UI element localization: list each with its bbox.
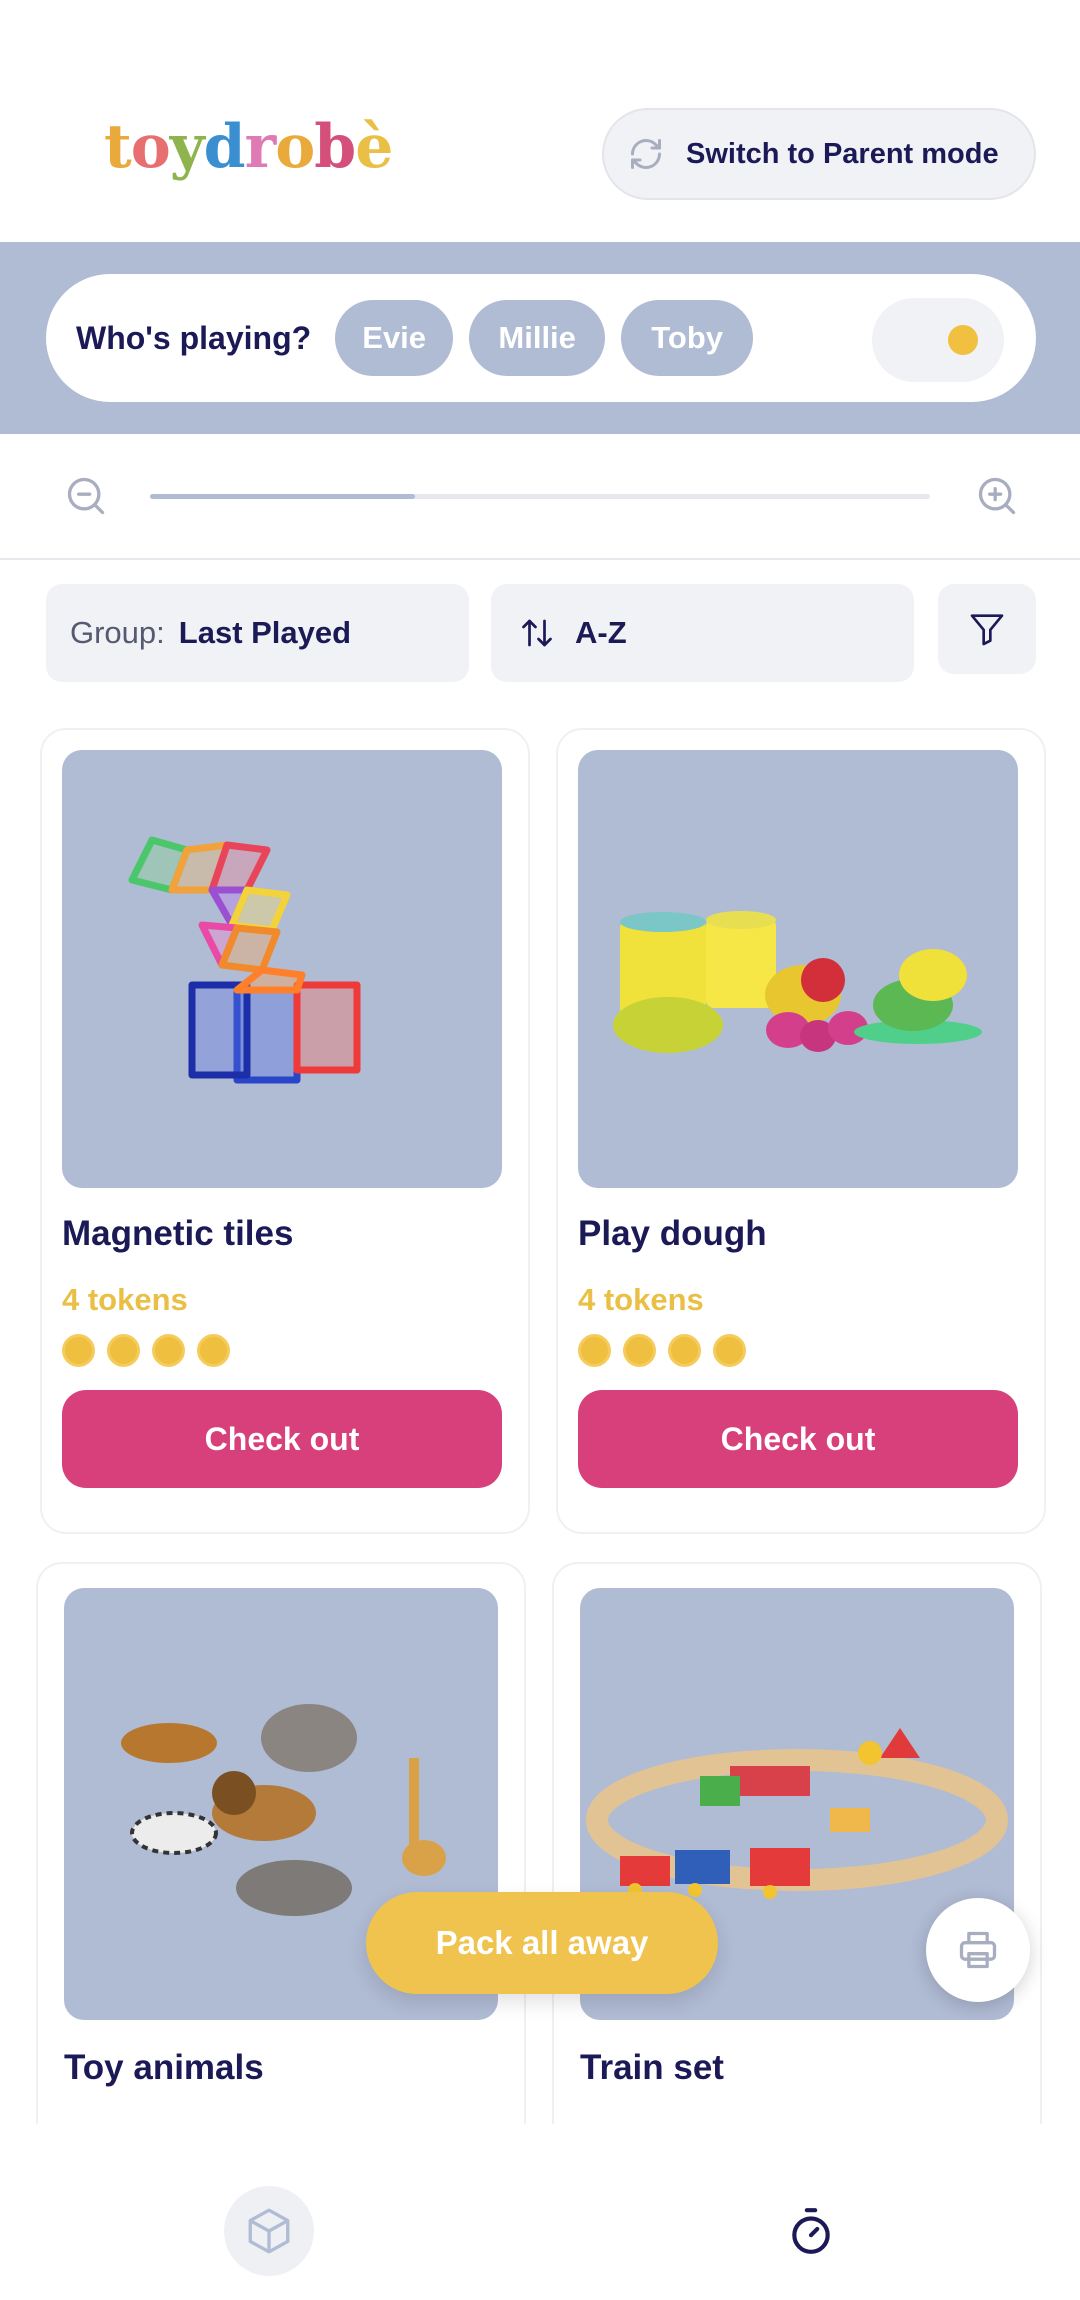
coin-icon [948,325,978,355]
box-icon [248,2208,290,2254]
coin-icon [62,1334,95,1367]
timer-icon [792,2208,830,2254]
logo-letter: o [130,112,171,182]
toy-card-magnetic-tiles[interactable]: Magnetic tiles 4 tokens Check out [40,728,530,1534]
logo-letter: b [314,112,356,182]
player-chip-millie[interactable]: Millie [469,300,606,376]
logo-letter: o [275,112,315,182]
logo-letter: r [244,112,277,182]
group-value: Last Played [178,615,352,650]
coin-icon [107,1334,140,1367]
toy-image-play-dough [578,750,1018,1188]
nav-timer-tab[interactable] [766,2186,856,2276]
logo-letter: d [203,112,246,182]
logo-letter: è [355,112,393,182]
coin-icon [197,1334,230,1367]
logo-letter: y [169,112,205,182]
list-controls: Group: Last Played A-Z [46,584,1036,682]
player-chip-toby[interactable]: Toby [621,300,754,376]
toy-tokens: 4 tokens [62,1282,188,1317]
sort-label: A-Z [575,615,627,650]
coin-icon [152,1334,185,1367]
filter-icon [970,614,1004,646]
sort-icon [522,619,552,647]
toy-name: Train set [580,2048,724,2087]
filter-button[interactable] [938,584,1036,674]
sort-select[interactable]: A-Z [491,584,914,682]
coin-icon [623,1334,656,1367]
token-coins [62,1334,230,1367]
toy-card-play-dough[interactable]: Play dough 4 tokens Check out [556,728,1046,1534]
refresh-icon [631,139,661,169]
token-toggle[interactable] [872,298,1004,382]
coin-icon [578,1334,611,1367]
zoom-in-icon[interactable] [975,474,1019,518]
toy-image-magnetic-tiles [62,750,502,1188]
app-header: toydrobè Switch to Parent mode [0,0,1080,242]
toy-name: Magnetic tiles [62,1214,294,1253]
group-key: Group: [70,615,165,650]
zoom-out-icon[interactable] [64,474,108,518]
whos-playing-label: Who's playing? [76,319,312,356]
nav-toys-tab[interactable] [224,2186,314,2276]
toy-card-train-set[interactable]: Train set [552,1562,1042,2162]
group-select[interactable]: Group: Last Played [46,584,469,682]
player-chip-evie[interactable]: Evie [335,300,454,376]
coin-icon [668,1334,701,1367]
players-band: Who's playing? Evie Millie Toby [0,242,1080,434]
toy-name: Play dough [578,1214,767,1253]
bottom-nav [0,2124,1080,2300]
coin-icon [713,1334,746,1367]
pack-all-away-button[interactable]: Pack all away [366,1892,718,1994]
zoom-slider[interactable] [150,494,930,499]
toy-card-toy-animals[interactable]: Toy animals [36,1562,526,2162]
print-button[interactable] [926,1898,1030,2002]
zoom-bar [0,434,1080,560]
token-coins [578,1334,746,1367]
players-card: Who's playing? Evie Millie Toby [46,274,1036,402]
check-out-button[interactable]: Check out [62,1390,502,1488]
zoom-slider-fill [150,494,416,499]
print-icon [959,1931,997,1969]
toydrobe-logo[interactable]: toydrobè [104,112,393,182]
parent-mode-label: Switch to Parent mode [686,137,999,170]
toy-tokens: 4 tokens [578,1282,704,1317]
toy-name: Toy animals [64,2048,264,2087]
logo-letter: t [104,112,132,182]
check-out-button[interactable]: Check out [578,1390,1018,1488]
switch-parent-mode-button[interactable]: Switch to Parent mode [602,108,1036,200]
